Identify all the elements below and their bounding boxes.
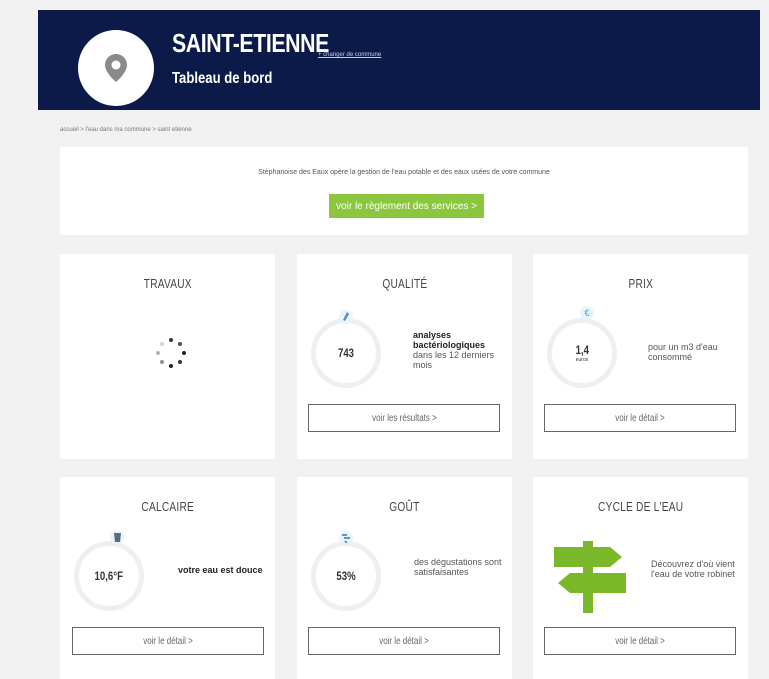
prix-value: 1,4 xyxy=(575,343,589,357)
calcaire-ring: 10,6°F xyxy=(74,541,144,611)
card-title: CYCLE DE L'EAU xyxy=(597,499,684,514)
dashboard-subtitle: Tableau de bord xyxy=(172,70,273,87)
card-cycle: CYCLE DE L'EAU Découvrez d'où vient l'ea… xyxy=(533,477,748,679)
voir-detail-gout-button[interactable]: voir le détail > xyxy=(308,627,500,655)
cycle-description: Découvrez d'où vient l'eau de votre robi… xyxy=(651,559,735,579)
card-title: GOÛT xyxy=(389,499,420,514)
card-title: PRIX xyxy=(628,276,653,291)
qualite-description: analyses bactériologiques dans les 12 de… xyxy=(413,330,495,370)
glass-icon xyxy=(110,530,124,544)
card-gout: GOÛT 53% des dégustations sont satisfais… xyxy=(297,477,512,679)
qualite-ring: 743 xyxy=(311,318,381,388)
voir-detail-calcaire-button[interactable]: voir le détail > xyxy=(72,627,264,655)
gout-value: 53% xyxy=(336,569,356,583)
header-avatar xyxy=(78,30,154,106)
voir-resultats-button[interactable]: voir les résultats > xyxy=(308,404,500,432)
card-calcaire: CALCAIRE 10,6°F votre eau est douce voir… xyxy=(60,477,275,679)
calcaire-description: votre eau est douce xyxy=(178,565,263,575)
operator-text: Stéphanoise des Eaux opère la gestion de… xyxy=(258,169,550,176)
taste-icon xyxy=(339,531,353,545)
card-prix: PRIX 1,4 euros € pour un m3 d'eau consom… xyxy=(533,254,748,459)
operator-card: Stéphanoise des Eaux opère la gestion de… xyxy=(60,147,748,235)
reglement-button[interactable]: voir le règlement des services > xyxy=(329,194,484,218)
test-tube-icon xyxy=(339,310,353,324)
prix-description: pour un m3 d'eau consommé xyxy=(648,342,718,362)
prix-unit: euros xyxy=(575,357,589,363)
card-title: QUALITÉ xyxy=(381,276,428,291)
voir-detail-prix-button[interactable]: voir le détail > xyxy=(544,404,736,432)
loading-spinner-icon xyxy=(156,338,186,368)
calcaire-value: 10,6°F xyxy=(94,569,124,583)
gout-description: des dégustations sont satisfaisantes xyxy=(414,557,502,577)
header-banner: SAINT-ETIENNE + changer de commune Table… xyxy=(38,10,760,110)
location-pin-icon xyxy=(105,54,127,82)
city-title: SAINT-ETIENNE xyxy=(172,28,329,58)
prix-ring: 1,4 euros xyxy=(547,318,617,388)
card-title: CALCAIRE xyxy=(141,499,194,514)
voir-detail-cycle-button[interactable]: voir le détail > xyxy=(544,627,736,655)
gout-ring: 53% xyxy=(311,541,381,611)
change-commune-link[interactable]: + changer de commune xyxy=(318,52,381,58)
qualite-value: 743 xyxy=(337,346,355,360)
signpost-icon xyxy=(554,541,626,613)
euro-icon: € xyxy=(580,306,594,320)
card-title: TRAVAUX xyxy=(143,276,192,291)
breadcrumb[interactable]: accueil > l'eau dans ma commune > saint … xyxy=(60,127,192,133)
card-travaux: TRAVAUX xyxy=(60,254,275,459)
card-qualite: QUALITÉ 743 analyses bactériologiques da… xyxy=(297,254,512,459)
